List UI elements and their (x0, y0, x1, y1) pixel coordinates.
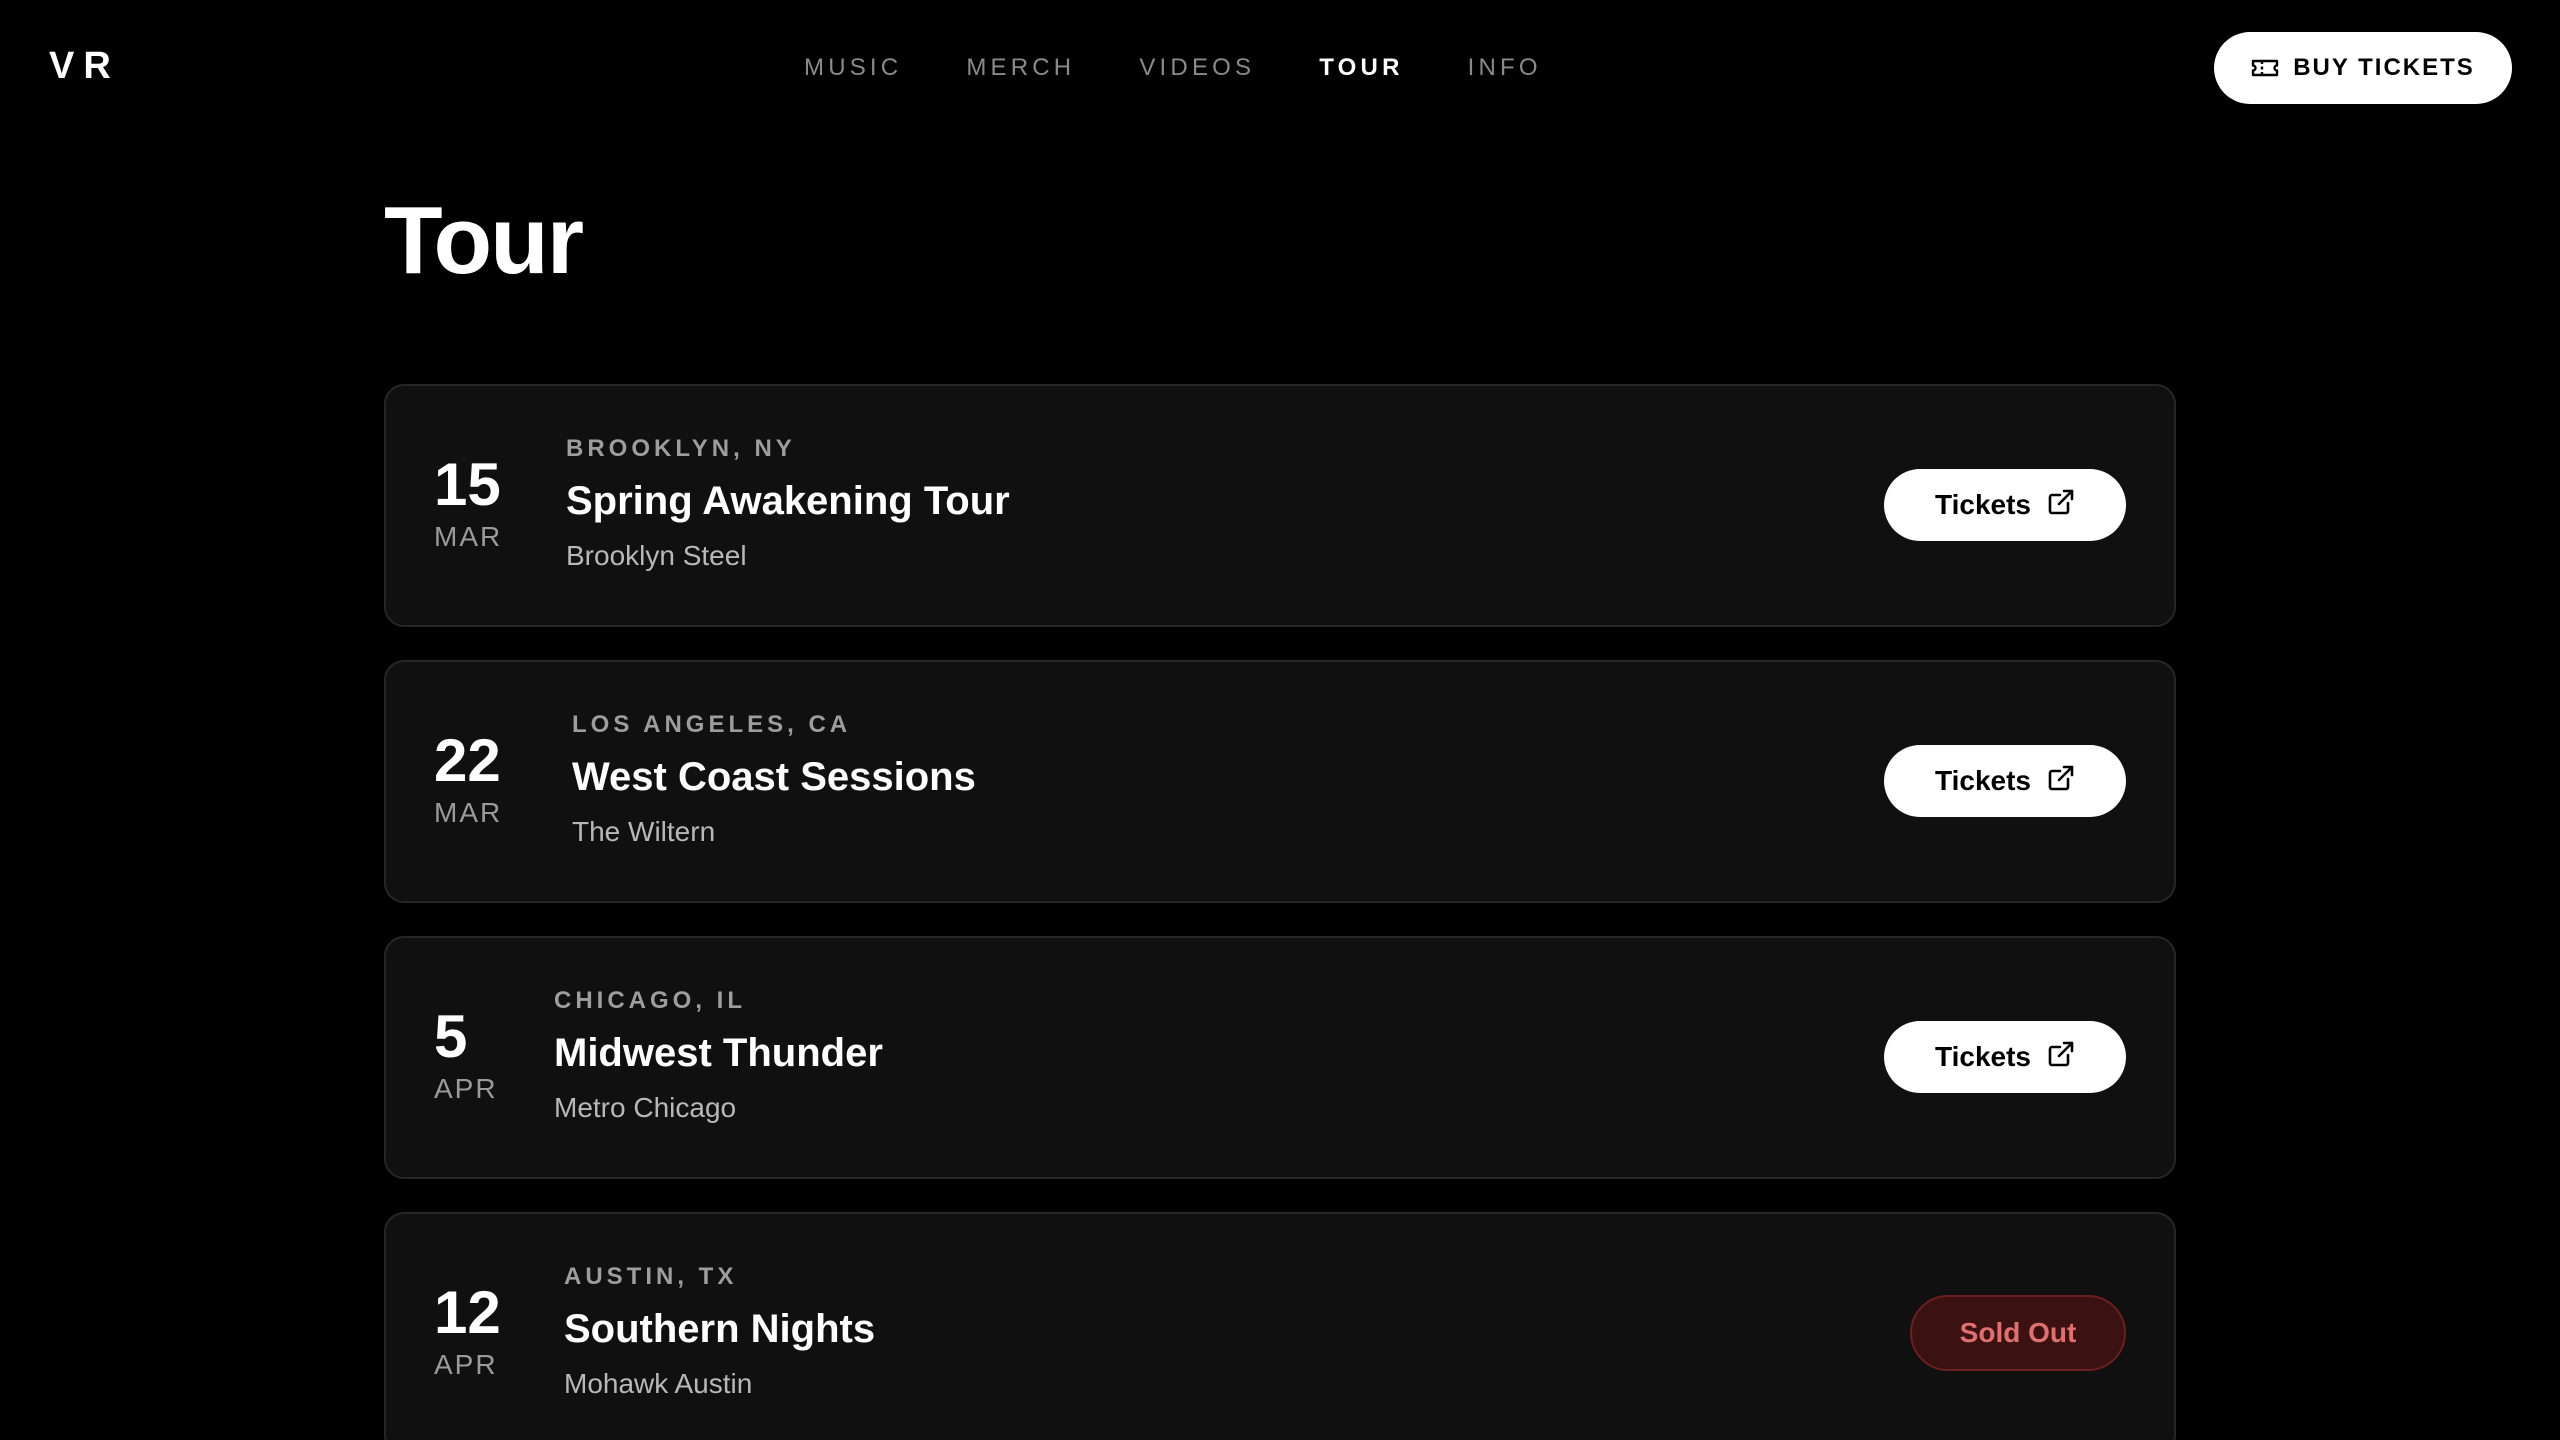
page: VR MUSIC MERCH VIDEOS TOUR INFO BUY TICK… (0, 0, 2560, 1440)
main-nav: MUSIC MERCH VIDEOS TOUR INFO (804, 50, 1606, 86)
event-info: AUSTIN, TX Southern Nights Mohawk Austin (564, 1262, 875, 1402)
event-city: LOS ANGELES, CA (572, 711, 852, 738)
event-city: AUSTIN, TX (564, 1263, 738, 1290)
tickets-button[interactable]: Tickets (1884, 745, 2126, 817)
event-list: 15 MAR BROOKLYN, NY Spring Awakening Tou… (384, 384, 2176, 1440)
event-day: 5 (434, 1003, 468, 1070)
event-name: West Coast Sessions (572, 755, 976, 799)
external-link-icon (2047, 488, 2075, 523)
event-date: 12 APR (434, 1280, 564, 1382)
event-month: APR (434, 1349, 498, 1380)
event-month: MAR (434, 797, 503, 828)
event-date: 22 MAR (434, 728, 564, 830)
event-month: MAR (434, 521, 503, 552)
event-venue: Brooklyn Steel (566, 540, 747, 571)
external-link-icon (2047, 1040, 2075, 1075)
tickets-button[interactable]: Tickets (1884, 469, 2126, 541)
event-info: LOS ANGELES, CA West Coast Sessions The … (572, 710, 976, 850)
nav-item-videos[interactable]: VIDEOS (1139, 50, 1255, 86)
event-day: 22 (434, 727, 501, 794)
event-date: 15 MAR (434, 452, 564, 554)
site-header: VR MUSIC MERCH VIDEOS TOUR INFO BUY TICK… (0, 0, 2560, 136)
tickets-label: Tickets (1935, 765, 2031, 796)
event-day: 12 (434, 1279, 501, 1346)
page-title: Tour (384, 187, 584, 294)
event-city: CHICAGO, IL (554, 987, 746, 1014)
buy-tickets-label: BUY TICKETS (2293, 54, 2475, 81)
event-card: 5 APR CHICAGO, IL Midwest Thunder Metro … (384, 936, 2176, 1179)
event-venue: Metro Chicago (554, 1092, 737, 1123)
event-name: Spring Awakening Tour (566, 479, 1010, 523)
event-month: APR (434, 1073, 498, 1104)
tickets-label: Tickets (1935, 1041, 2031, 1072)
ticket-icon (2251, 57, 2279, 79)
external-link-icon (2047, 764, 2075, 799)
nav-item-info[interactable]: INFO (1468, 50, 1542, 86)
nav-item-merch[interactable]: MERCH (966, 50, 1075, 86)
event-venue: The Wiltern (572, 816, 716, 847)
buy-tickets-button[interactable]: BUY TICKETS (2214, 32, 2512, 104)
event-card: 22 MAR LOS ANGELES, CA West Coast Sessio… (384, 660, 2176, 903)
nav-item-music[interactable]: MUSIC (804, 50, 902, 86)
event-name: Midwest Thunder (554, 1031, 883, 1075)
event-name: Southern Nights (564, 1307, 876, 1351)
event-venue: Mohawk Austin (564, 1368, 753, 1399)
event-card: 12 APR AUSTIN, TX Southern Nights Mohawk… (384, 1212, 2176, 1440)
tickets-label: Tickets (1935, 489, 2031, 520)
event-date: 5 APR (434, 1004, 564, 1106)
event-info: BROOKLYN, NY Spring Awakening Tour Brook… (566, 434, 1010, 574)
logo[interactable]: VR (49, 44, 120, 88)
tickets-button[interactable]: Tickets (1884, 1021, 2126, 1093)
sold-out-badge: Sold Out (1910, 1295, 2126, 1371)
event-card: 15 MAR BROOKLYN, NY Spring Awakening Tou… (384, 384, 2176, 627)
event-day: 15 (434, 451, 501, 518)
event-city: BROOKLYN, NY (566, 435, 796, 462)
nav-item-tour[interactable]: TOUR (1319, 50, 1403, 86)
event-info: CHICAGO, IL Midwest Thunder Metro Chicag… (554, 986, 883, 1126)
